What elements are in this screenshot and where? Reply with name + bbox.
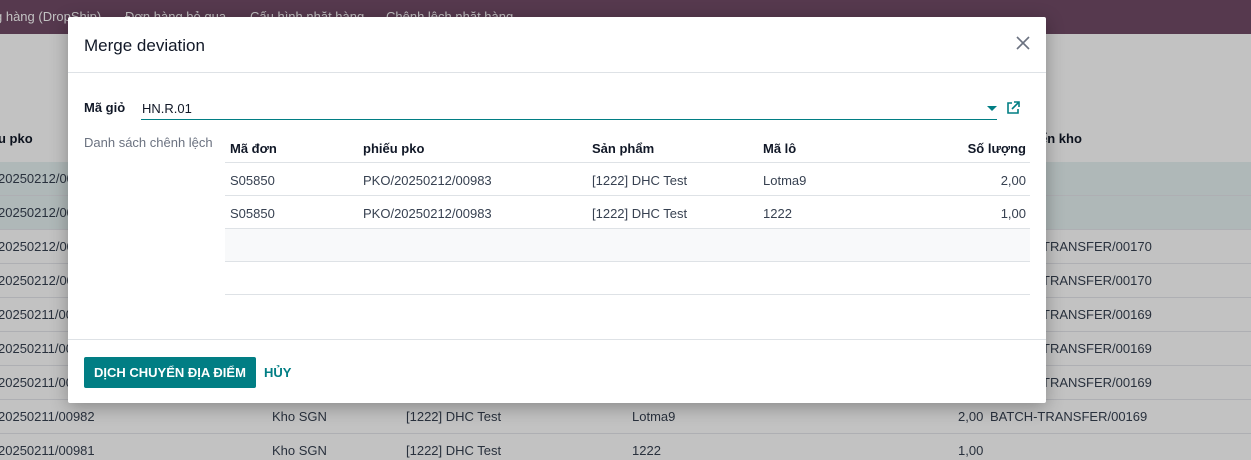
merge-deviation-dialog: Merge deviation Mã giỏ Danh sách chênh l… [68,17,1046,403]
move-location-button[interactable]: DỊCH CHUYỂN ĐỊA ĐIỂM [84,357,256,388]
col-lot[interactable]: Mã lô [763,141,796,156]
cell-pko: PKO/20250212/00983 [363,206,492,221]
empty-row [225,262,1030,295]
table-row[interactable]: S05850 PKO/20250212/00983 [1222] DHC Tes… [225,163,1030,196]
col-product[interactable]: Sản phẩm [592,141,654,156]
cancel-button[interactable]: HỦY [254,357,301,388]
cell-product: [1222] DHC Test [592,173,688,188]
deviation-list-label: Danh sách chênh lệch [84,135,213,150]
caret-down-icon[interactable] [987,106,997,111]
close-icon[interactable] [1012,32,1034,54]
basket-code-input[interactable] [141,98,997,120]
table-row[interactable]: S05850 PKO/20250212/00983 [1222] DHC Tes… [225,196,1030,229]
cell-quantity: 2,00 [1000,173,1026,188]
col-pko[interactable]: phiếu pko [363,141,424,156]
cell-pko: PKO/20250212/00983 [363,173,492,188]
deviation-table: Mã đơn phiếu pko Sản phẩm Mã lô Số lượng… [225,130,1030,295]
dialog-header: Merge deviation [68,17,1046,73]
col-order-code[interactable]: Mã đơn [230,141,277,156]
col-quantity[interactable]: Số lượng [968,141,1026,156]
external-link-icon[interactable] [1006,101,1020,115]
cell-product: [1222] DHC Test [592,206,688,221]
cell-order-code: S05850 [230,173,275,188]
empty-row [225,229,1030,262]
dialog-title: Merge deviation [84,36,205,55]
cell-quantity: 1,00 [1000,206,1026,221]
cell-order-code: S05850 [230,206,275,221]
cell-lot: Lotma9 [763,173,807,188]
dialog-footer: DỊCH CHUYỂN ĐỊA ĐIỂM HỦY [68,339,1046,403]
basket-code-label: Mã giỏ [84,100,126,115]
table-header: Mã đơn phiếu pko Sản phẩm Mã lô Số lượng [225,130,1030,163]
cell-lot: 1222 [763,206,792,221]
